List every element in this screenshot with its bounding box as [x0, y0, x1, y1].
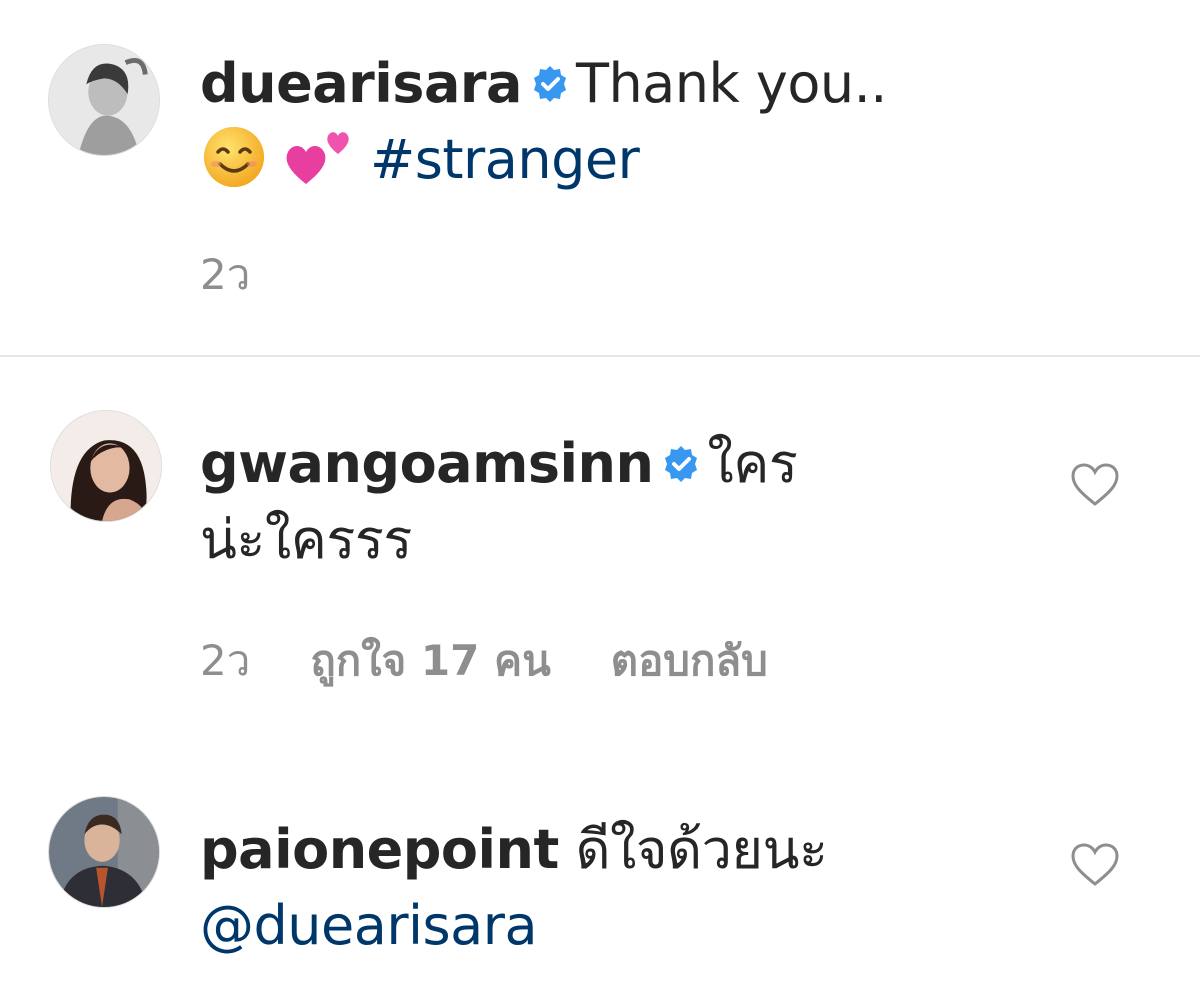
- comment-body: gwangoamsinn ใคร น่ะใครรร: [200, 426, 900, 578]
- avatar-image: [49, 797, 159, 907]
- avatar-duearisara[interactable]: [48, 44, 160, 156]
- comment-text-continued: น่ะใครรร: [200, 508, 412, 571]
- comment-body: duearisara Thank you.. #stranger: [200, 46, 900, 198]
- comment-text: ดีใจด้วยนะ: [575, 818, 828, 881]
- likes-count-link[interactable]: ถูกใจ 17 คน: [310, 636, 550, 685]
- verified-badge-icon: [661, 444, 701, 484]
- like-heart-icon[interactable]: [1070, 842, 1120, 888]
- hashtag-link[interactable]: #stranger: [370, 128, 640, 191]
- avatar-image: [49, 45, 159, 155]
- smiling-face-emoji: [200, 126, 268, 188]
- avatar-paionepoint[interactable]: [48, 796, 160, 908]
- comment-text: ใคร: [707, 432, 798, 495]
- comment-meta: 2ว: [200, 242, 310, 308]
- comment-body: paionepoint ดีใจด้วยนะ @duearisara: [200, 812, 900, 964]
- username[interactable]: duearisara: [200, 52, 522, 115]
- verified-badge-icon: [530, 64, 570, 104]
- username[interactable]: gwangoamsinn: [200, 432, 654, 495]
- mention-link[interactable]: @duearisara: [200, 894, 538, 957]
- two-hearts-emoji: [282, 122, 356, 188]
- avatar-image: [51, 411, 161, 521]
- username[interactable]: paionepoint: [200, 818, 559, 881]
- comment-time: 2ว: [200, 250, 251, 299]
- reply-button[interactable]: ตอบกลับ: [611, 636, 768, 685]
- comment-text: Thank you..: [575, 52, 888, 115]
- comment-meta: 2ว ถูกใจ 17 คน ตอบกลับ: [200, 628, 828, 694]
- divider: [0, 355, 1200, 357]
- like-heart-icon[interactable]: [1070, 462, 1120, 508]
- avatar-gwangoamsinn[interactable]: [50, 410, 162, 522]
- comment-time: 2ว: [200, 636, 251, 685]
